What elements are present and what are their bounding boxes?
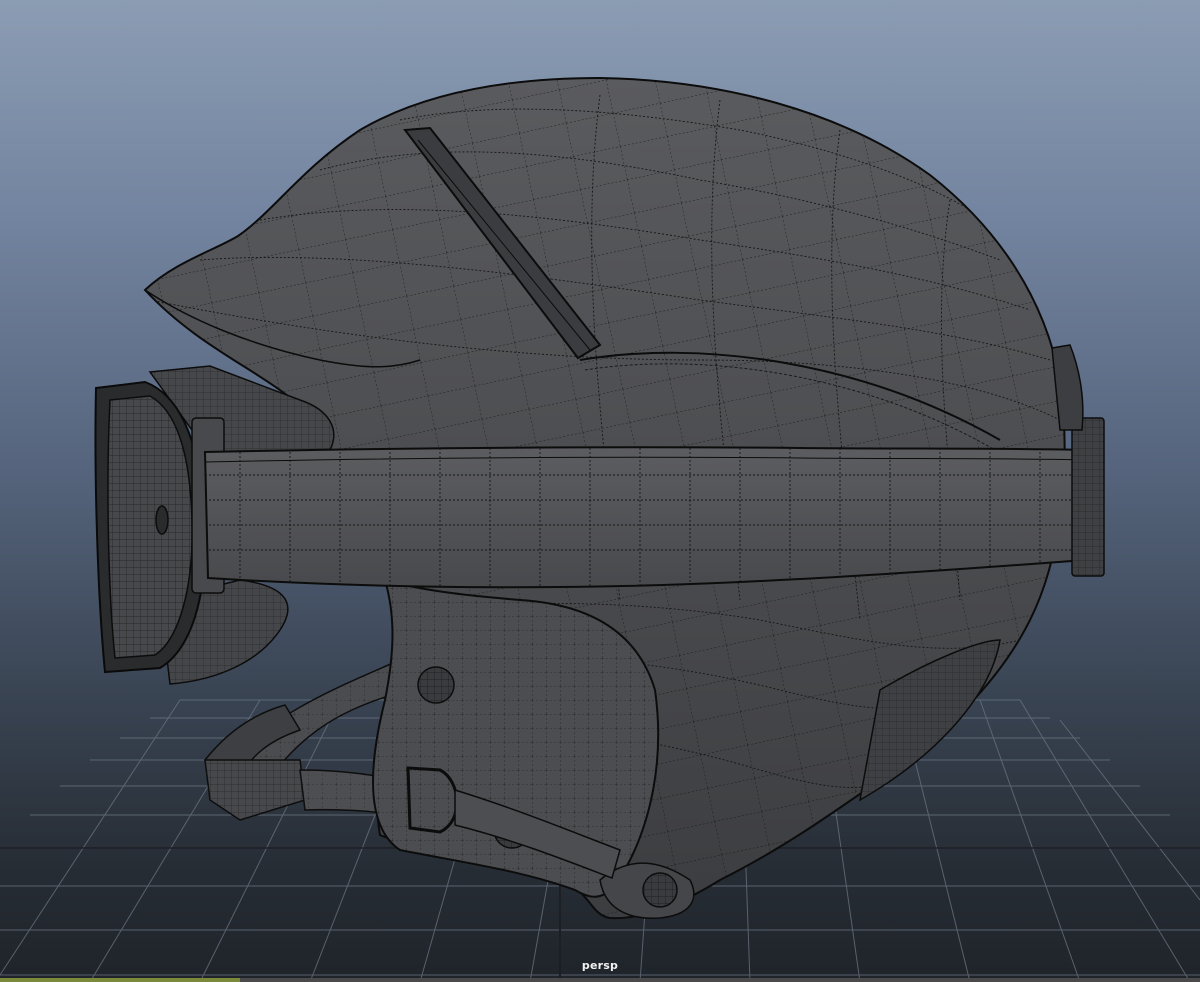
timeline-range-indicator: [0, 978, 240, 982]
timeline-strip[interactable]: [0, 978, 1200, 982]
viewport-scene[interactable]: [0, 0, 1200, 982]
camera-name-label: persp: [581, 959, 619, 972]
maya-perspective-viewport[interactable]: persp: [0, 0, 1200, 982]
